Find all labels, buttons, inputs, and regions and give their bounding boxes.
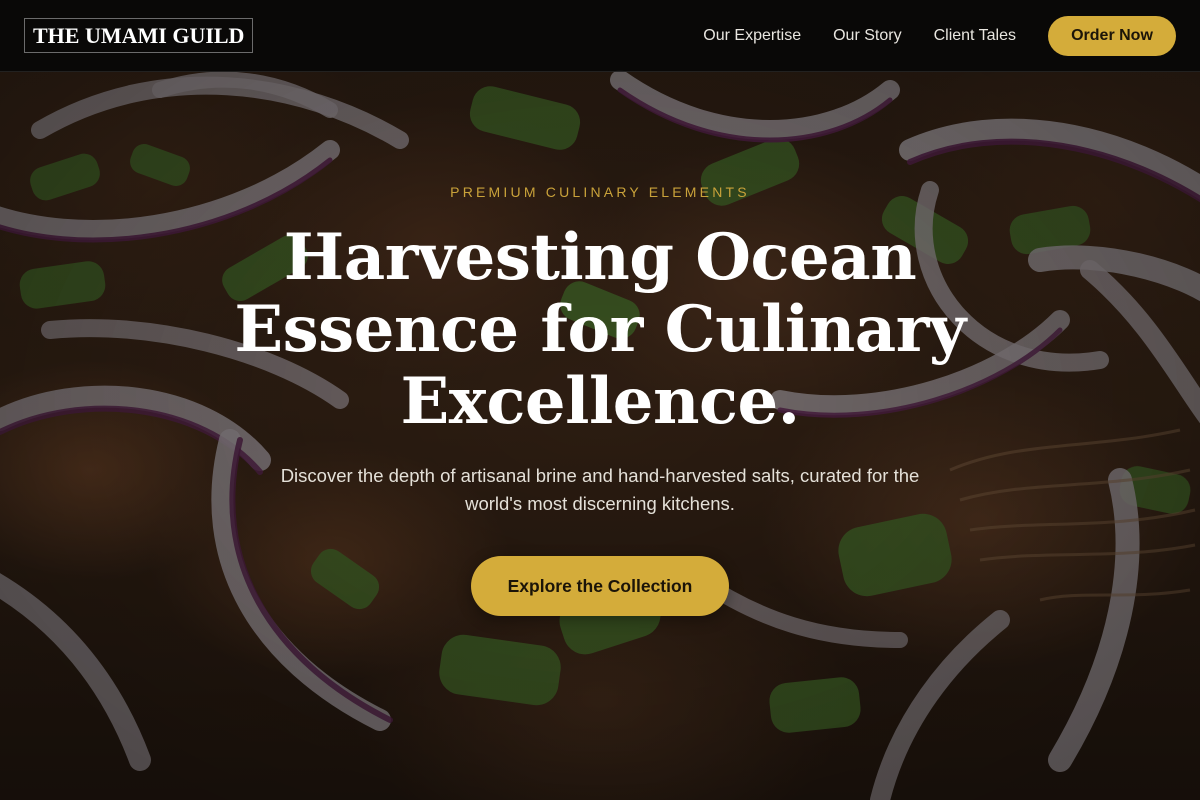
- main-nav: Our Expertise Our Story Client Tales Ord…: [703, 15, 1176, 56]
- hero-section: PREMIUM CULINARY ELEMENTS Harvesting Oce…: [0, 0, 1200, 800]
- hero-subheadline: Discover the depth of artisanal brine an…: [280, 465, 920, 514]
- order-now-button[interactable]: Order Now: [1048, 15, 1176, 56]
- hero-headline: Harvesting Ocean Essence for Culinary Ex…: [234, 220, 966, 439]
- nav-link-our-expertise[interactable]: Our Expertise: [703, 27, 801, 45]
- site-header: THE UMAMI GUILD Our Expertise Our Story …: [0, 0, 1200, 72]
- hero-eyebrow: PREMIUM CULINARY ELEMENTS: [450, 184, 750, 200]
- landing-page: THE UMAMI GUILD Our Expertise Our Story …: [0, 0, 1200, 800]
- site-logo[interactable]: THE UMAMI GUILD: [24, 18, 254, 53]
- explore-collection-button[interactable]: Explore the Collection: [471, 556, 729, 616]
- nav-link-our-story[interactable]: Our Story: [833, 27, 901, 45]
- nav-link-client-tales[interactable]: Client Tales: [934, 27, 1016, 45]
